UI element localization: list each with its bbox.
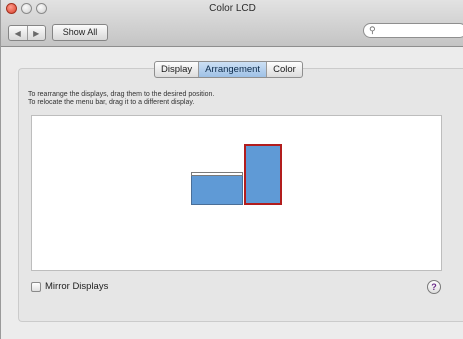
mirror-displays-label[interactable]: Mirror Displays [45,281,108,292]
search-field[interactable]: ⚲ [363,23,463,38]
display-main[interactable] [191,175,243,205]
tab-color[interactable]: Color [266,62,302,77]
search-icon: ⚲ [369,25,376,35]
menu-bar-handle[interactable] [191,172,243,176]
forward-button[interactable]: ▶ [26,26,46,40]
tab-arrangement[interactable]: Arrangement [198,62,267,77]
system-preferences-window: Color LCD ◀ ▶ Show All ⚲ Display Arrange… [0,0,463,339]
window-title: Color LCD [209,3,256,14]
display-secondary-selected[interactable] [244,144,282,205]
tab-bar: Display Arrangement Color [154,61,303,78]
instruction-line-2: To relocate the menu bar, drag it to a d… [28,99,195,106]
title-bar: Color LCD ◀ ▶ Show All ⚲ [1,0,463,47]
mirror-displays-checkbox[interactable] [31,281,41,292]
search-input[interactable] [380,25,460,36]
mirror-displays[interactable]: Mirror Displays [31,281,108,292]
help-button[interactable]: ? [427,280,441,294]
tab-display[interactable]: Display [155,62,198,77]
instruction-line-1: To rearrange the displays, drag them to … [28,91,215,98]
show-all-button[interactable]: Show All [52,24,108,41]
nav-buttons: ◀ ▶ [8,25,46,41]
back-button[interactable]: ◀ [9,26,27,40]
instructions: To rearrange the displays, drag them to … [28,91,214,107]
